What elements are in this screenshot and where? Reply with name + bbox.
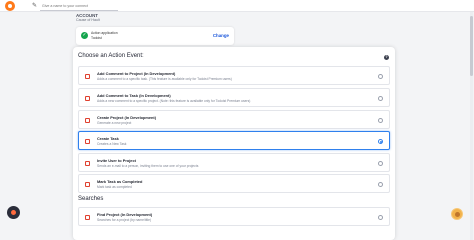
change-button[interactable]: Change: [213, 33, 229, 38]
brand-logo-icon[interactable]: [5, 1, 15, 11]
app-value: Todoist: [91, 36, 102, 40]
event-option[interactable]: Invite User to Project Sends an e-mail t…: [78, 153, 390, 172]
app-label: Action application: [91, 31, 118, 35]
avatar[interactable]: [451, 208, 463, 220]
scrollbar[interactable]: [470, 12, 473, 240]
event-description: Creates a New Task: [97, 141, 127, 146]
todoist-icon: [85, 118, 90, 123]
todoist-icon: [85, 182, 90, 187]
event-radio[interactable]: [378, 182, 383, 187]
searches-title: Searches: [78, 196, 104, 202]
event-title: Find Project (In Development): [97, 212, 153, 217]
event-description: Mark task as completed: [97, 184, 132, 189]
event-description: Searches for a project (by name/title): [97, 217, 152, 222]
event-option[interactable]: Mark Task as Completed Mark task as comp…: [78, 174, 390, 193]
event-radio[interactable]: [378, 74, 383, 79]
event-option[interactable]: Add Comment to Project (In Development) …: [78, 66, 390, 85]
event-title: Add Comment to Task (In Development): [97, 93, 171, 98]
event-title: Create Project (In Development): [97, 115, 157, 120]
account-subtitle: Cause of Hault: [76, 18, 100, 22]
todoist-icon: [85, 139, 90, 144]
event-description: Sends an e-mail to a person, inviting th…: [97, 163, 199, 168]
event-description: Adds a comment to a specific task. (This…: [97, 76, 232, 81]
event-radio[interactable]: [378, 96, 383, 101]
todoist-icon: [85, 96, 90, 101]
check-circle-icon: ✓: [81, 32, 88, 39]
todoist-icon: [85, 161, 90, 166]
panel-title: Choose an Action Event:: [78, 53, 144, 59]
search-option[interactable]: Find Project (In Development) Searches f…: [78, 207, 390, 226]
event-title: Invite User to Project: [97, 158, 136, 163]
event-radio[interactable]: [378, 118, 383, 123]
event-option[interactable]: Create Project (In Development) Generate…: [78, 110, 390, 129]
event-title: Mark Task as Completed: [97, 179, 143, 184]
event-description: Adds a new comment to a specific project…: [97, 98, 251, 103]
event-title: Add Comment to Project (In Development): [97, 71, 176, 76]
todoist-icon: [85, 215, 90, 220]
event-radio[interactable]: [378, 215, 383, 220]
scrollbar-thumb[interactable]: [470, 16, 473, 76]
event-option[interactable]: Add Comment to Task (In Development) Add…: [78, 88, 390, 107]
event-option-selected[interactable]: Create Task Creates a New Task: [78, 131, 390, 150]
help-icon[interactable]: ?: [384, 55, 389, 60]
todoist-icon: [85, 74, 90, 79]
connect-name-input[interactable]: [40, 1, 118, 11]
event-radio[interactable]: [378, 161, 383, 166]
support-button[interactable]: [7, 206, 20, 219]
top-bar: ✎: [0, 0, 474, 12]
action-application-card: ✓ Action application Todoist Change: [76, 27, 234, 45]
pencil-icon: ✎: [32, 3, 38, 9]
event-description: Generate a new project: [97, 120, 132, 125]
action-event-panel: Choose an Action Event: ? Add Comment to…: [73, 47, 395, 240]
event-title: Create Task: [97, 136, 119, 141]
event-radio-checked[interactable]: [378, 139, 383, 144]
